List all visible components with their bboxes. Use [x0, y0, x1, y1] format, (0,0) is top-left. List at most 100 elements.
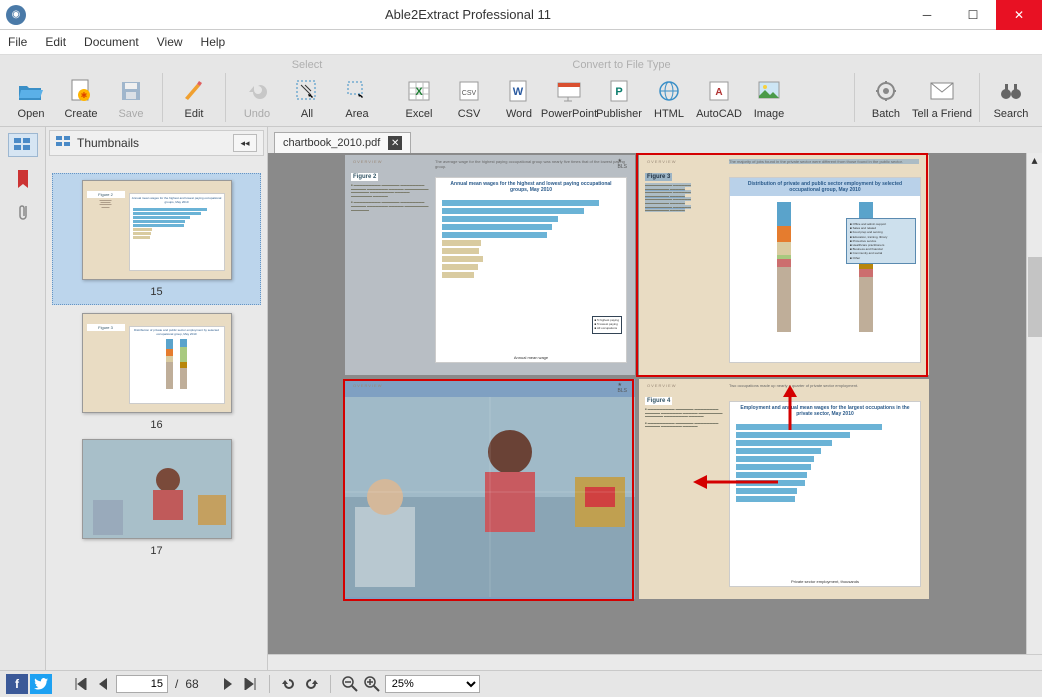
thumbnail-number: 16 [52, 419, 261, 431]
last-page-button[interactable] [241, 675, 259, 693]
thumbnails-title: Thumbnails [77, 136, 139, 150]
csv-button[interactable]: CSVCSV [444, 73, 494, 122]
menu-edit[interactable]: Edit [45, 35, 66, 49]
maximize-button[interactable]: ☐ [950, 0, 996, 30]
thumbnails-toggle[interactable] [8, 133, 38, 157]
bookmarks-toggle[interactable] [8, 167, 38, 191]
word-icon: W [505, 77, 533, 105]
powerpoint-icon [555, 77, 583, 105]
zoom-in-button[interactable] [363, 675, 381, 693]
page-separator: / [175, 677, 178, 691]
page-number-input[interactable] [116, 675, 168, 693]
horizontal-scrollbar[interactable] [268, 654, 1042, 670]
search-button[interactable]: Search [986, 73, 1036, 122]
menu-document[interactable]: Document [84, 35, 139, 49]
envelope-icon [928, 77, 956, 105]
zoom-select[interactable]: 25% [385, 675, 480, 693]
select-area-icon [343, 77, 371, 105]
publisher-button[interactable]: PPublisher [594, 73, 644, 122]
word-button[interactable]: WWord [494, 73, 544, 122]
app-icon: ◉ [6, 5, 26, 25]
image-icon [755, 77, 783, 105]
svg-text:W: W [513, 86, 524, 98]
tell-friend-button[interactable]: Tell a Friend [911, 73, 973, 122]
publisher-icon: P [605, 77, 633, 105]
menubar: File Edit Document View Help [0, 30, 1042, 54]
twitter-button[interactable] [30, 674, 52, 694]
svg-text:P: P [615, 86, 622, 98]
csv-icon: CSV [455, 77, 483, 105]
rotate-cw-button[interactable] [302, 675, 320, 693]
thumbnail-number: 15 [59, 286, 254, 298]
svg-text:CSV: CSV [462, 90, 477, 97]
thumbnail-page[interactable]: Figure 2▬▬▬▬▬▬▬▬▬▬▬▬▬▬▬▬▬▬▬▬▬ Annual mea… [52, 173, 261, 305]
save-icon [117, 77, 145, 105]
batch-icon [872, 77, 900, 105]
edit-button[interactable]: Edit [169, 73, 219, 122]
batch-button[interactable]: Batch [861, 73, 911, 122]
excel-icon: X [405, 77, 433, 105]
next-page-button[interactable] [219, 675, 237, 693]
select-all-icon [293, 77, 321, 105]
folder-open-icon [17, 77, 45, 105]
tab-close-button[interactable]: ✕ [388, 136, 402, 150]
autocad-button[interactable]: AAutoCAD [694, 73, 744, 122]
vertical-scrollbar[interactable]: ▴ [1026, 153, 1042, 654]
app-title: Able2Extract Professional 11 [32, 7, 904, 22]
select-area-button[interactable]: Area [332, 73, 382, 122]
document-page[interactable]: OVERVIEW The majority of jobs found in t… [639, 155, 929, 375]
powerpoint-button[interactable]: PowerPoint [544, 73, 594, 122]
document-page[interactable]: OVERVIEW Two occupations made up nearly … [639, 379, 929, 599]
svg-text:✱: ✱ [81, 91, 88, 100]
html-icon [655, 77, 683, 105]
minimize-button[interactable]: ─ [904, 0, 950, 30]
sidebar-rail [0, 127, 46, 670]
svg-text:X: X [415, 86, 423, 98]
autocad-icon: A [705, 77, 733, 105]
thumbnail-page[interactable]: 17 [52, 439, 261, 557]
svg-text:A: A [715, 87, 722, 98]
rotate-ccw-button[interactable] [280, 675, 298, 693]
html-button[interactable]: HTML [644, 73, 694, 122]
main-area: Thumbnails ◂◂ Figure 2▬▬▬▬▬▬▬▬▬▬▬▬▬▬▬▬▬▬… [0, 127, 1042, 670]
first-page-button[interactable] [72, 675, 90, 693]
open-button[interactable]: Open [6, 73, 56, 122]
menu-view[interactable]: View [157, 35, 183, 49]
new-document-icon: ✱ [67, 77, 95, 105]
document-viewport: chartbook_2010.pdf ✕ OVERVIEW The averag… [268, 127, 1042, 670]
statusbar: f / 68 25% [0, 670, 1042, 697]
select-all-button[interactable]: All [282, 73, 332, 122]
menu-help[interactable]: Help [201, 35, 226, 49]
facebook-button[interactable]: f [6, 674, 28, 694]
attachments-toggle[interactable] [8, 201, 38, 225]
section-select-label: Select [226, 59, 388, 74]
thumbnail-number: 17 [52, 545, 261, 557]
undo-button[interactable]: Undo [232, 73, 282, 122]
document-page[interactable]: OVERVIEW The average wage for the highes… [345, 155, 635, 375]
menu-file[interactable]: File [8, 35, 27, 49]
thumbnail-panel: Thumbnails ◂◂ Figure 2▬▬▬▬▬▬▬▬▬▬▬▬▬▬▬▬▬▬… [46, 127, 268, 670]
toolbar: Open ✱Create Save Edit Select Undo All A… [0, 54, 1042, 127]
thumbnails-icon [56, 136, 72, 150]
excel-button[interactable]: XExcel [394, 73, 444, 122]
pencil-icon [180, 77, 208, 105]
undo-icon [243, 77, 271, 105]
save-button[interactable]: Save [106, 73, 156, 122]
zoom-out-button[interactable] [341, 675, 359, 693]
document-canvas[interactable]: OVERVIEW The average wage for the highes… [268, 153, 1026, 654]
close-button[interactable]: ✕ [996, 0, 1042, 30]
document-tab[interactable]: chartbook_2010.pdf ✕ [274, 132, 411, 153]
thumbnail-page[interactable]: Figure 3 Distribution of private and pub… [52, 313, 261, 431]
section-convert-label: Convert to File Type [388, 59, 855, 74]
image-button[interactable]: Image [744, 73, 794, 122]
tab-bar: chartbook_2010.pdf ✕ [268, 127, 1042, 153]
document-page[interactable]: OVERVIEW ★BLS [345, 379, 635, 599]
binocular-icon [997, 77, 1025, 105]
titlebar: ◉ Able2Extract Professional 11 ─ ☐ ✕ [0, 0, 1042, 30]
page-total: 68 [185, 677, 198, 691]
thumbnail-list[interactable]: Figure 2▬▬▬▬▬▬▬▬▬▬▬▬▬▬▬▬▬▬▬▬▬ Annual mea… [46, 159, 267, 670]
collapse-panel-button[interactable]: ◂◂ [233, 134, 257, 152]
create-button[interactable]: ✱Create [56, 73, 106, 122]
tab-label: chartbook_2010.pdf [283, 137, 380, 149]
prev-page-button[interactable] [94, 675, 112, 693]
